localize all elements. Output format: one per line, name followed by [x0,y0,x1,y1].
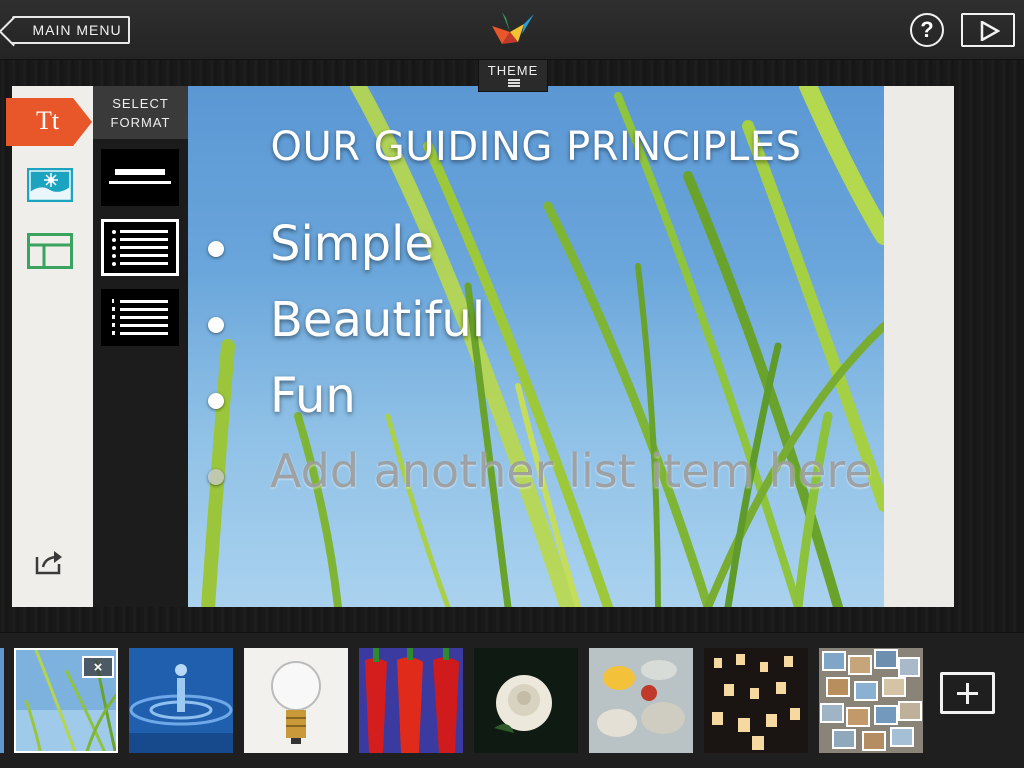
slide-title[interactable]: OUR GUIDING PRINCIPLES [188,124,884,170]
thumbnail-photo-collage[interactable] [819,648,923,753]
thumbnail-water-drop[interactable] [129,648,233,753]
bullet-dot [208,241,224,257]
water-drop-thumbnail-image [129,648,233,753]
sky-lanterns-thumbnail-image [704,648,808,753]
list-item-text: Simple [270,216,434,272]
heading-format-button[interactable] [101,149,179,206]
red-peppers-thumbnail-image [359,648,463,753]
format-panel-title: SELECT FORMAT [93,86,188,139]
thumbnail-red-peppers[interactable] [359,648,463,753]
delete-slide-button[interactable]: × [82,656,114,678]
app-logo-icon [492,12,534,44]
numbered-list-format-icon [112,299,168,335]
numbered-list-format-button[interactable] [101,289,179,346]
format-title-line2: FORMAT [110,115,171,130]
list-item[interactable]: Simple [208,216,884,292]
bullet-list-format-icon [112,230,168,266]
main-menu-button[interactable]: MAIN MENU [12,16,130,44]
thumbnail-sky-lanterns[interactable] [704,648,808,753]
menu-lines-icon [508,79,520,87]
layout-icon[interactable] [27,233,73,269]
play-button[interactable] [961,13,1015,47]
add-slide-button[interactable] [940,672,995,714]
list-item[interactable]: Beautiful [208,292,884,368]
photo-collage-thumbnail-image [819,648,923,753]
light-bulb-thumbnail-image [244,648,348,753]
image-icon[interactable] [27,168,73,202]
white-rose-thumbnail-image [474,648,578,753]
thumbnail-white-rose[interactable] [474,648,578,753]
help-button[interactable]: ? [910,13,944,47]
format-title-line1: SELECT [112,96,169,111]
list-item-text: Beautiful [270,292,486,348]
bullet-dot [208,393,224,409]
thumbnail-light-bulb[interactable] [244,648,348,753]
placeholder-text: Add another list item here [270,444,873,498]
bullet-dot [208,469,224,485]
bullet-dot [208,317,224,333]
thumbnail-oysters[interactable] [589,648,693,753]
oysters-thumbnail-image [589,648,693,753]
play-icon [980,21,1000,41]
theme-label: THEME [487,63,539,78]
top-bar: MAIN MENU ? [0,0,1024,60]
heading-format-icon [109,169,171,184]
thumbnail-partial[interactable] [0,648,4,753]
list-item-text: Fun [270,368,356,424]
add-list-item-placeholder[interactable]: Add another list item here [208,444,884,520]
theme-tab[interactable]: THEME [478,60,548,92]
slide-preview[interactable]: OUR GUIDING PRINCIPLES Simple Beautiful … [188,86,884,607]
tool-rail [12,86,93,607]
bullet-list: Simple Beautiful Fun Add another list it… [208,216,884,520]
bullet-list-format-button[interactable] [101,219,179,276]
share-icon[interactable] [34,548,64,576]
list-item[interactable]: Fun [208,368,884,444]
